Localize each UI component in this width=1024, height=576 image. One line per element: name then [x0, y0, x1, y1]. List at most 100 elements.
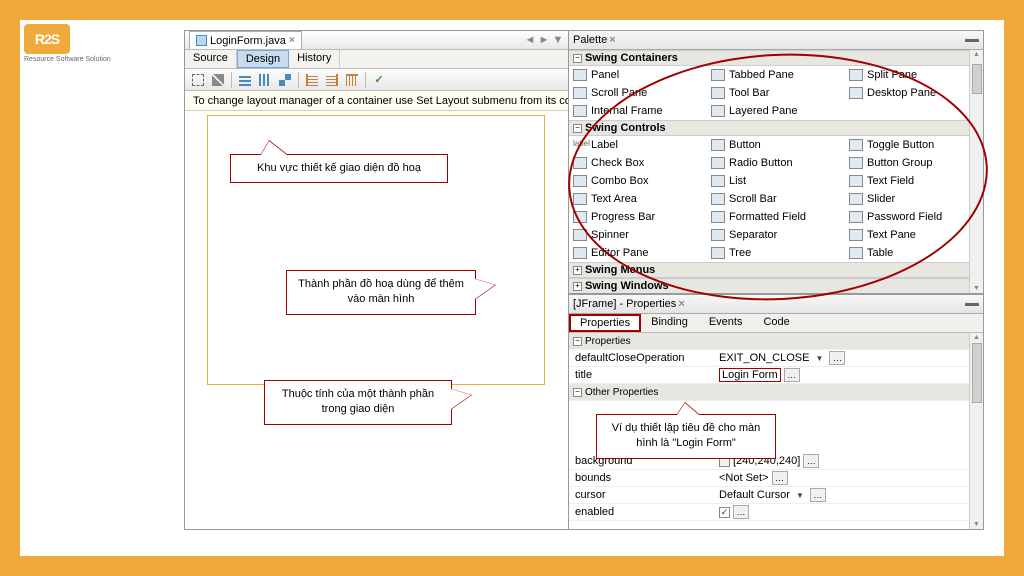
- component-icon: [573, 175, 587, 187]
- ellipsis-button[interactable]: …: [803, 454, 819, 468]
- palette-item[interactable]: Text Field: [845, 172, 983, 190]
- close-icon[interactable]: ×: [289, 35, 295, 46]
- prop-value[interactable]: Default Cursor: [719, 489, 790, 501]
- checkbox[interactable]: ✓: [719, 507, 730, 518]
- prop-row-enabled[interactable]: enabled ✓…: [569, 504, 983, 521]
- palette-item[interactable]: Tabbed Pane: [707, 66, 845, 84]
- group-label: Swing Windows: [585, 280, 669, 292]
- callout-properties: Thuộc tính của một thành phần trong giao…: [264, 380, 452, 425]
- callout-design-area: Khu vực thiết kế giao diện đồ hoạ: [230, 154, 448, 183]
- prop-row-title[interactable]: title Login Form…: [569, 367, 983, 384]
- expand-icon[interactable]: +: [573, 266, 582, 275]
- group-menus[interactable]: + Swing Menus: [569, 262, 983, 278]
- palette-item[interactable]: Separator: [707, 226, 845, 244]
- section-properties[interactable]: −Properties: [569, 333, 983, 350]
- minimize-icon[interactable]: [965, 39, 979, 42]
- select-tool[interactable]: [189, 71, 207, 89]
- close-icon[interactable]: ×: [678, 298, 684, 310]
- ellipsis-button[interactable]: …: [829, 351, 845, 365]
- palette-item[interactable]: Text Pane: [845, 226, 983, 244]
- ellipsis-button[interactable]: …: [772, 471, 788, 485]
- align-top-tool[interactable]: [343, 71, 361, 89]
- palette-item[interactable]: Radio Button: [707, 154, 845, 172]
- palette-item[interactable]: Editor Pane: [569, 244, 707, 262]
- palette-item[interactable]: Progress Bar: [569, 208, 707, 226]
- preview-tool[interactable]: ✓: [370, 71, 388, 89]
- ellipsis-button[interactable]: …: [733, 505, 749, 519]
- palette-item[interactable]: Password Field: [845, 208, 983, 226]
- prop-row-bounds[interactable]: bounds <Not Set>…: [569, 470, 983, 487]
- scrollbar[interactable]: [969, 50, 983, 293]
- tab-design[interactable]: Design: [237, 50, 289, 68]
- tab-menu-icon[interactable]: ▼: [552, 34, 564, 46]
- tab-prev-icon[interactable]: ◄: [524, 34, 536, 46]
- palette-item[interactable]: Tree: [707, 244, 845, 262]
- palette-item[interactable]: Layered Pane: [707, 102, 845, 120]
- palette-item[interactable]: Scroll Bar: [707, 190, 845, 208]
- file-tab-label: LoginForm.java: [210, 35, 286, 47]
- prop-value[interactable]: <Not Set>: [719, 472, 769, 484]
- palette-item[interactable]: Table: [845, 244, 983, 262]
- close-icon[interactable]: ×: [609, 34, 615, 46]
- group-windows[interactable]: + Swing Windows: [569, 278, 983, 293]
- palette-item[interactable]: labelLabel: [569, 136, 707, 154]
- minimize-icon[interactable]: [965, 303, 979, 306]
- palette-item[interactable]: Slider: [845, 190, 983, 208]
- palette-item[interactable]: Internal Frame: [569, 102, 707, 120]
- grid3-tool[interactable]: [276, 71, 294, 89]
- palette-item[interactable]: Tool Bar: [707, 84, 845, 102]
- component-icon: [711, 87, 725, 99]
- chevron-down-icon[interactable]: ▼: [793, 489, 807, 501]
- grid1-tool[interactable]: [236, 71, 254, 89]
- align-left-tool[interactable]: [303, 71, 321, 89]
- palette-item[interactable]: Toggle Button: [845, 136, 983, 154]
- group-label: Swing Controls: [585, 122, 666, 134]
- tab-history[interactable]: History: [289, 50, 340, 68]
- connect-tool[interactable]: [209, 71, 227, 89]
- align-right-tool[interactable]: [323, 71, 341, 89]
- palette-item[interactable]: Text Area: [569, 190, 707, 208]
- ellipsis-button[interactable]: …: [810, 488, 826, 502]
- component-label: Text Pane: [867, 229, 916, 241]
- section-other[interactable]: −Other Properties: [569, 384, 983, 401]
- component-label: Layered Pane: [729, 105, 798, 117]
- ellipsis-button[interactable]: …: [784, 368, 800, 382]
- prop-value[interactable]: EXIT_ON_CLOSE: [719, 352, 809, 364]
- palette-item[interactable]: Combo Box: [569, 172, 707, 190]
- chevron-down-icon[interactable]: ▼: [812, 352, 826, 364]
- tab-events[interactable]: Events: [699, 314, 754, 332]
- palette-item[interactable]: Panel: [569, 66, 707, 84]
- expand-icon[interactable]: +: [573, 282, 582, 291]
- prop-value[interactable]: Login Form: [719, 368, 781, 382]
- prop-row-cursor[interactable]: cursor Default Cursor▼…: [569, 487, 983, 504]
- grid2-tool[interactable]: [256, 71, 274, 89]
- prop-row-defaultcloseoperation[interactable]: defaultCloseOperation EXIT_ON_CLOSE▼…: [569, 350, 983, 367]
- tab-source[interactable]: Source: [185, 50, 237, 68]
- collapse-icon[interactable]: −: [573, 54, 582, 63]
- scrollbar[interactable]: [969, 333, 983, 529]
- palette-item[interactable]: Scroll Pane: [569, 84, 707, 102]
- tab-next-icon[interactable]: ►: [538, 34, 550, 46]
- collapse-icon[interactable]: −: [573, 124, 582, 133]
- component-label: Text Field: [867, 175, 914, 187]
- file-tab[interactable]: LoginForm.java ×: [189, 31, 302, 49]
- group-controls[interactable]: − Swing Controls: [569, 120, 983, 136]
- palette-item[interactable]: List: [707, 172, 845, 190]
- component-icon: [849, 87, 863, 99]
- tab-code[interactable]: Code: [753, 314, 800, 332]
- group-containers[interactable]: − Swing Containers: [569, 50, 983, 66]
- palette-item[interactable]: Desktop Pane: [845, 84, 983, 102]
- collapse-icon[interactable]: −: [573, 337, 582, 346]
- component-icon: [573, 211, 587, 223]
- palette-item[interactable]: Button: [707, 136, 845, 154]
- palette-item[interactable]: Formatted Field: [707, 208, 845, 226]
- palette-item[interactable]: Spinner: [569, 226, 707, 244]
- palette-item[interactable]: Split Pane: [845, 66, 983, 84]
- tab-properties[interactable]: Properties: [569, 314, 641, 332]
- collapse-icon[interactable]: −: [573, 388, 582, 397]
- palette-body: − Swing Containers PanelTabbed PaneSplit…: [569, 50, 983, 294]
- tab-binding[interactable]: Binding: [641, 314, 699, 332]
- component-label: Scroll Pane: [591, 87, 647, 99]
- palette-item[interactable]: Button Group: [845, 154, 983, 172]
- palette-item[interactable]: Check Box: [569, 154, 707, 172]
